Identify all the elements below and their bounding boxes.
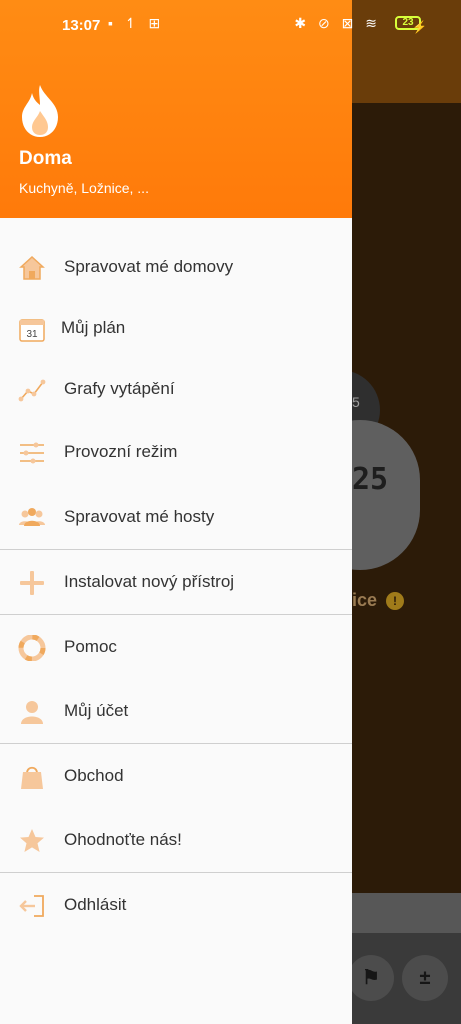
home-icon bbox=[19, 255, 45, 280]
background-panel bbox=[352, 893, 461, 933]
menu-item-label: Spravovat mé domovy bbox=[64, 257, 234, 276]
background-room-label: ice bbox=[352, 590, 378, 610]
menu-item-operating-mode[interactable]: Provozní režim bbox=[0, 420, 352, 484]
home-name: Doma bbox=[19, 148, 72, 169]
background-small-value: 5 bbox=[352, 394, 360, 410]
menu-item-my-plan[interactable]: 31 Můj plán bbox=[0, 296, 352, 360]
user-icon bbox=[21, 701, 43, 724]
status-bar: 13:07 ▪ ↿ ⊞ ✱ ⊘ ⊠ ≋ 23 ⚡ bbox=[0, 0, 461, 38]
menu-item-my-account[interactable]: Můj účet bbox=[0, 679, 352, 743]
menu-item-install-device[interactable]: Instalovat nový přístroj bbox=[0, 550, 352, 614]
menu-item-manage-guests[interactable]: Spravovat mé hosty bbox=[0, 485, 352, 549]
sliders-icon bbox=[20, 442, 44, 464]
plus-icon bbox=[20, 571, 44, 595]
menu-item-label: Grafy vytápění bbox=[64, 379, 175, 398]
menu-item-label: Spravovat mé hosty bbox=[64, 507, 215, 526]
menu-item-manage-homes[interactable]: Spravovat mé domovy bbox=[0, 235, 352, 299]
menu-item-label: Můj účet bbox=[64, 701, 129, 720]
background-mode-button: ⚑ bbox=[348, 955, 394, 1001]
chart-icon bbox=[18, 379, 46, 402]
flame-icon bbox=[22, 85, 58, 137]
menu-item-label: Ohodnoťte nás! bbox=[64, 830, 182, 849]
menu-item-help[interactable]: Pomoc bbox=[0, 615, 352, 679]
menu-item-label: Instalovat nový přístroj bbox=[64, 572, 235, 591]
status-time: 13:07 bbox=[62, 17, 101, 34]
menu-item-logout[interactable]: Odhlásit bbox=[0, 873, 352, 937]
background-info-icon: ! bbox=[386, 592, 404, 610]
background-temperature: 25 bbox=[352, 462, 389, 497]
menu-item-label: Můj plán bbox=[61, 318, 126, 337]
status-system-icons: ✱ ⊘ ⊠ ≋ bbox=[294, 15, 381, 31]
shopping-bag-icon bbox=[21, 766, 43, 789]
menu-item-label: Odhlásit bbox=[64, 895, 127, 914]
menu-item-label: Pomoc bbox=[64, 637, 117, 656]
calendar-icon: 31 bbox=[19, 319, 45, 342]
navigation-drawer: Doma Kuchyně, Ložnice, ... Spravovat mé … bbox=[0, 0, 352, 1024]
home-rooms: Kuchyně, Ložnice, ... bbox=[19, 180, 149, 196]
lifebuoy-icon bbox=[18, 635, 46, 661]
logout-icon bbox=[19, 895, 44, 917]
menu-item-heating-charts[interactable]: Grafy vytápění bbox=[0, 357, 352, 421]
menu-item-label: Provozní režim bbox=[64, 442, 178, 461]
star-icon bbox=[20, 829, 44, 852]
calendar-day: 31 bbox=[26, 329, 38, 340]
menu-item-label: Obchod bbox=[64, 766, 124, 785]
charging-icon: ⚡ bbox=[412, 20, 427, 34]
group-icon bbox=[19, 508, 45, 526]
menu-item-rate-us[interactable]: Ohodnoťte nás! bbox=[0, 808, 352, 872]
status-notification-icons: ▪ ↿ ⊞ bbox=[108, 15, 165, 31]
menu-item-shop[interactable]: Obchod bbox=[0, 744, 352, 808]
background-plus-minus-button: ± bbox=[402, 955, 448, 1001]
